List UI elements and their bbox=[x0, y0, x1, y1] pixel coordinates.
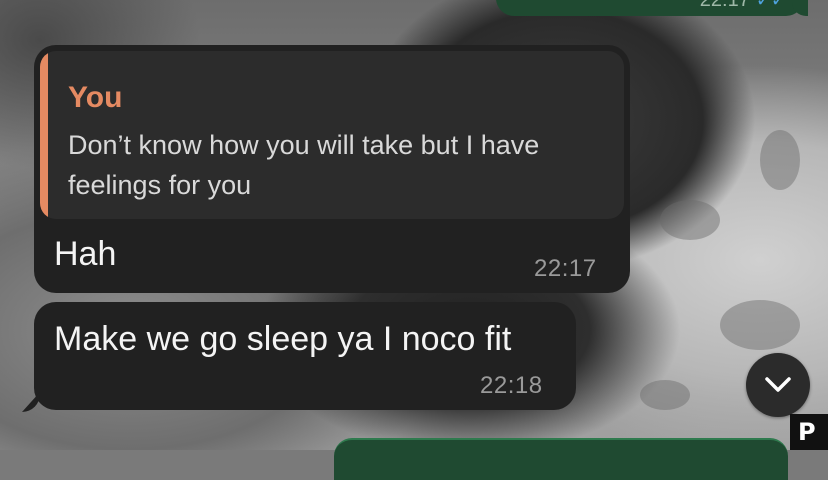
chevron-down-icon bbox=[765, 377, 791, 392]
message-text: Make we go sleep ya I noco fit bbox=[54, 320, 512, 358]
incoming-message-bubble[interactable]: Make we go sleep ya I noco fit 22:18 bbox=[34, 302, 576, 410]
scroll-to-bottom-button[interactable] bbox=[746, 353, 810, 417]
quote-accent-bar bbox=[40, 51, 48, 219]
outgoing-message-bubble[interactable] bbox=[334, 438, 788, 480]
message-time: 22:17 bbox=[534, 255, 597, 282]
message-meta: 22:17 ✓✓ bbox=[700, 0, 786, 12]
quote-author: You bbox=[68, 81, 123, 114]
quote-text: Don’t know how you will take but I have … bbox=[68, 130, 540, 200]
message-time: 22:18 bbox=[480, 372, 543, 399]
message-time: 22:17 bbox=[699, 0, 750, 11]
read-receipt-icon: ✓✓ bbox=[755, 0, 786, 10]
corner-tag: P bbox=[790, 414, 828, 450]
outgoing-message-bubble[interactable]: 22:17 ✓✓ bbox=[496, 0, 804, 16]
reply-quote[interactable]: You Don’t know how you will take but I h… bbox=[40, 51, 624, 219]
incoming-message-bubble[interactable]: You Don’t know how you will take but I h… bbox=[34, 45, 630, 293]
message-text: Hah bbox=[54, 235, 117, 273]
